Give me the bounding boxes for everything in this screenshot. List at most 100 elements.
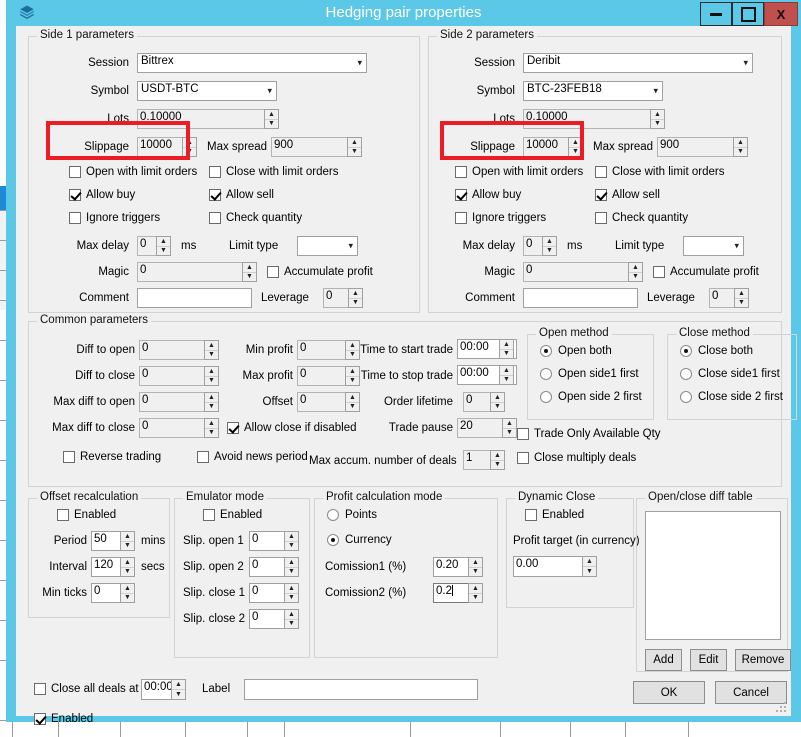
diff-to-open-spinner[interactable]: ▲ ▼ [204, 340, 219, 360]
radio-open-side1-first[interactable]: Open side1 first [540, 368, 639, 380]
dialog-client-area: Side 1 parameters Session Bittrex ▾ Symb… [16, 26, 797, 725]
footer-enabled-checkbox[interactable]: Enabled [34, 713, 93, 725]
trade-only-available-qty-checkbox[interactable]: Trade Only Available Qty [517, 428, 661, 440]
slip-close-1-spinner[interactable]: ▲ ▼ [284, 583, 299, 603]
max-diff-to-open-spinner[interactable]: ▲ ▼ [204, 392, 219, 412]
side2-leverage-spinner[interactable]: ▲ ▼ [734, 288, 749, 308]
maximize-button[interactable] [732, 2, 764, 26]
slip-close-2-spinner[interactable]: ▲ ▼ [284, 609, 299, 629]
side1-check-quantity-checkbox[interactable]: Check quantity [209, 212, 302, 224]
resize-grip[interactable] [776, 702, 788, 714]
close-button[interactable]: X [764, 2, 798, 26]
side1-allow-buy-checkbox[interactable]: Allow buy [69, 189, 135, 201]
avoid-news-period-checkbox[interactable]: Avoid news period [197, 451, 308, 463]
side2-lots-spinner[interactable]: ▲ ▼ [650, 109, 665, 129]
radio-circle [680, 391, 692, 403]
close-all-deals-at-checkbox[interactable]: Close all deals at [34, 683, 139, 695]
side2-magic-input[interactable]: 0 [523, 262, 643, 282]
side1-accumulate-profit-checkbox[interactable]: Accumulate profit [267, 266, 373, 278]
emulator-enabled-checkbox[interactable]: Enabled [203, 509, 262, 521]
side1-max-delay-spinner[interactable]: ▲ ▼ [156, 236, 171, 256]
radio-label: Open side 2 first [558, 391, 642, 403]
side1-lots-spinner[interactable]: ▲ ▼ [264, 109, 279, 129]
order-lifetime-spinner[interactable]: ▲ ▼ [490, 392, 505, 412]
side2-allow-sell-checkbox[interactable]: Allow sell [595, 189, 660, 201]
max-diff-to-close-spinner[interactable]: ▲ ▼ [204, 418, 219, 438]
side1-limit-type-combo[interactable]: ▾ [297, 236, 358, 256]
close-multiply-deals-checkbox[interactable]: Close multiply deals [517, 452, 636, 464]
radio-label: Close side1 first [698, 368, 780, 380]
radio-close-side1-first[interactable]: Close side1 first [680, 368, 780, 380]
side1-comment-input[interactable] [137, 288, 252, 308]
close-all-deals-time-spinner[interactable]: ▲ ▼ [171, 679, 186, 700]
period-spinner[interactable]: ▲ ▼ [120, 531, 135, 551]
chevron-down-icon: ▾ [357, 57, 362, 68]
side2-ignore-triggers-checkbox[interactable]: Ignore triggers [455, 212, 546, 224]
dynamic-close-enabled-checkbox[interactable]: Enabled [525, 509, 584, 521]
side2-magic-spinner[interactable]: ▲ ▼ [628, 262, 643, 282]
radio-currency[interactable]: Currency [327, 534, 392, 546]
side2-session-combo[interactable]: Deribit ▾ [523, 53, 753, 73]
side1-open-with-limit-orders-checkbox[interactable]: Open with limit orders [69, 166, 197, 178]
side1-symbol-combo[interactable]: USDT-BTC ▾ [137, 81, 277, 101]
diff-to-close-spinner[interactable]: ▲ ▼ [204, 366, 219, 386]
radio-close-both[interactable]: Close both [680, 345, 753, 357]
max-accum-deals-spinner[interactable]: ▲ ▼ [490, 450, 505, 470]
interval-unit-label: secs [141, 561, 165, 573]
side2-open-with-limit-orders-checkbox[interactable]: Open with limit orders [455, 166, 583, 178]
radio-close-side2-first[interactable]: Close side 2 first [680, 391, 783, 403]
allow-close-if-disabled-checkbox[interactable]: Allow close if disabled [227, 422, 357, 434]
radio-open-side2-first[interactable]: Open side 2 first [540, 391, 642, 403]
radio-open-both[interactable]: Open both [540, 345, 612, 357]
profit-target-spinner[interactable]: ▲ ▼ [582, 556, 597, 577]
side1-slippage-spinner[interactable]: ▲ ▼ [182, 137, 197, 157]
checkbox-label: Open with limit orders [86, 166, 198, 178]
min-ticks-spinner[interactable]: ▲ ▼ [120, 583, 135, 603]
interval-spinner[interactable]: ▲ ▼ [120, 557, 135, 577]
time-to-start-trade-spinner[interactable]: ▲ ▼ [499, 339, 514, 359]
side2-check-quantity-checkbox[interactable]: Check quantity [595, 212, 688, 224]
slip-open-1-spinner[interactable]: ▲ ▼ [284, 531, 299, 551]
side1-leverage-spinner[interactable]: ▲ ▼ [348, 288, 363, 308]
time-to-stop-trade-spinner[interactable]: ▲ ▼ [499, 365, 514, 385]
side1-close-with-limit-orders-checkbox[interactable]: Close with limit orders [209, 166, 338, 178]
side2-symbol-combo[interactable]: BTC-23FEB18 ▾ [523, 81, 663, 101]
side1-magic-spinner[interactable]: ▲ ▼ [242, 262, 257, 282]
side1-session-combo[interactable]: Bittrex ▾ [137, 53, 367, 73]
side2-allow-buy-checkbox[interactable]: Allow buy [455, 189, 521, 201]
side2-comment-input[interactable] [523, 288, 638, 308]
side1-magic-input[interactable]: 0 [137, 262, 257, 282]
radio-points[interactable]: Points [327, 509, 377, 521]
radio-circle [540, 345, 552, 357]
reverse-trading-checkbox[interactable]: Reverse trading [63, 451, 161, 463]
side1-lots-input[interactable]: 0.10000 [137, 109, 279, 129]
ok-button[interactable]: OK [633, 681, 705, 704]
side2-max-spread-spinner[interactable]: ▲ ▼ [733, 137, 748, 157]
label-input[interactable] [244, 679, 478, 700]
side2-max-delay-spinner[interactable]: ▲ ▼ [542, 236, 557, 256]
side2-slippage-spinner[interactable]: ▲ ▼ [568, 137, 583, 157]
trade-pause-spinner[interactable]: ▲ ▼ [502, 418, 517, 438]
cancel-button[interactable]: Cancel [715, 681, 787, 704]
commission2-spinner[interactable]: ▲ ▼ [468, 583, 483, 603]
minimize-button[interactable] [700, 2, 732, 26]
commission1-spinner[interactable]: ▲ ▼ [468, 557, 483, 577]
side2-limit-type-combo[interactable]: ▾ [683, 236, 744, 256]
checkbox-box [517, 428, 529, 440]
offset-recalc-enabled-checkbox[interactable]: Enabled [57, 509, 116, 521]
radio-circle [327, 534, 339, 546]
side2-lots-input[interactable]: 0.10000 [523, 109, 665, 129]
side2-close-with-limit-orders-checkbox[interactable]: Close with limit orders [595, 166, 724, 178]
diff-table-remove-button[interactable]: Remove [735, 649, 791, 671]
side2-accumulate-profit-checkbox[interactable]: Accumulate profit [653, 266, 759, 278]
diff-table-listbox[interactable] [645, 511, 781, 640]
checkbox-box [203, 509, 215, 521]
side1-allow-sell-checkbox[interactable]: Allow sell [209, 189, 274, 201]
side1-max-spread-spinner[interactable]: ▲ ▼ [347, 137, 362, 157]
side1-ignore-triggers-checkbox[interactable]: Ignore triggers [69, 212, 160, 224]
diff-table-add-button[interactable]: Add [645, 649, 682, 671]
checkbox-label: Open with limit orders [472, 166, 584, 178]
slip-open-2-spinner[interactable]: ▲ ▼ [284, 557, 299, 577]
checkbox-box [267, 266, 279, 278]
diff-table-edit-button[interactable]: Edit [690, 649, 727, 671]
